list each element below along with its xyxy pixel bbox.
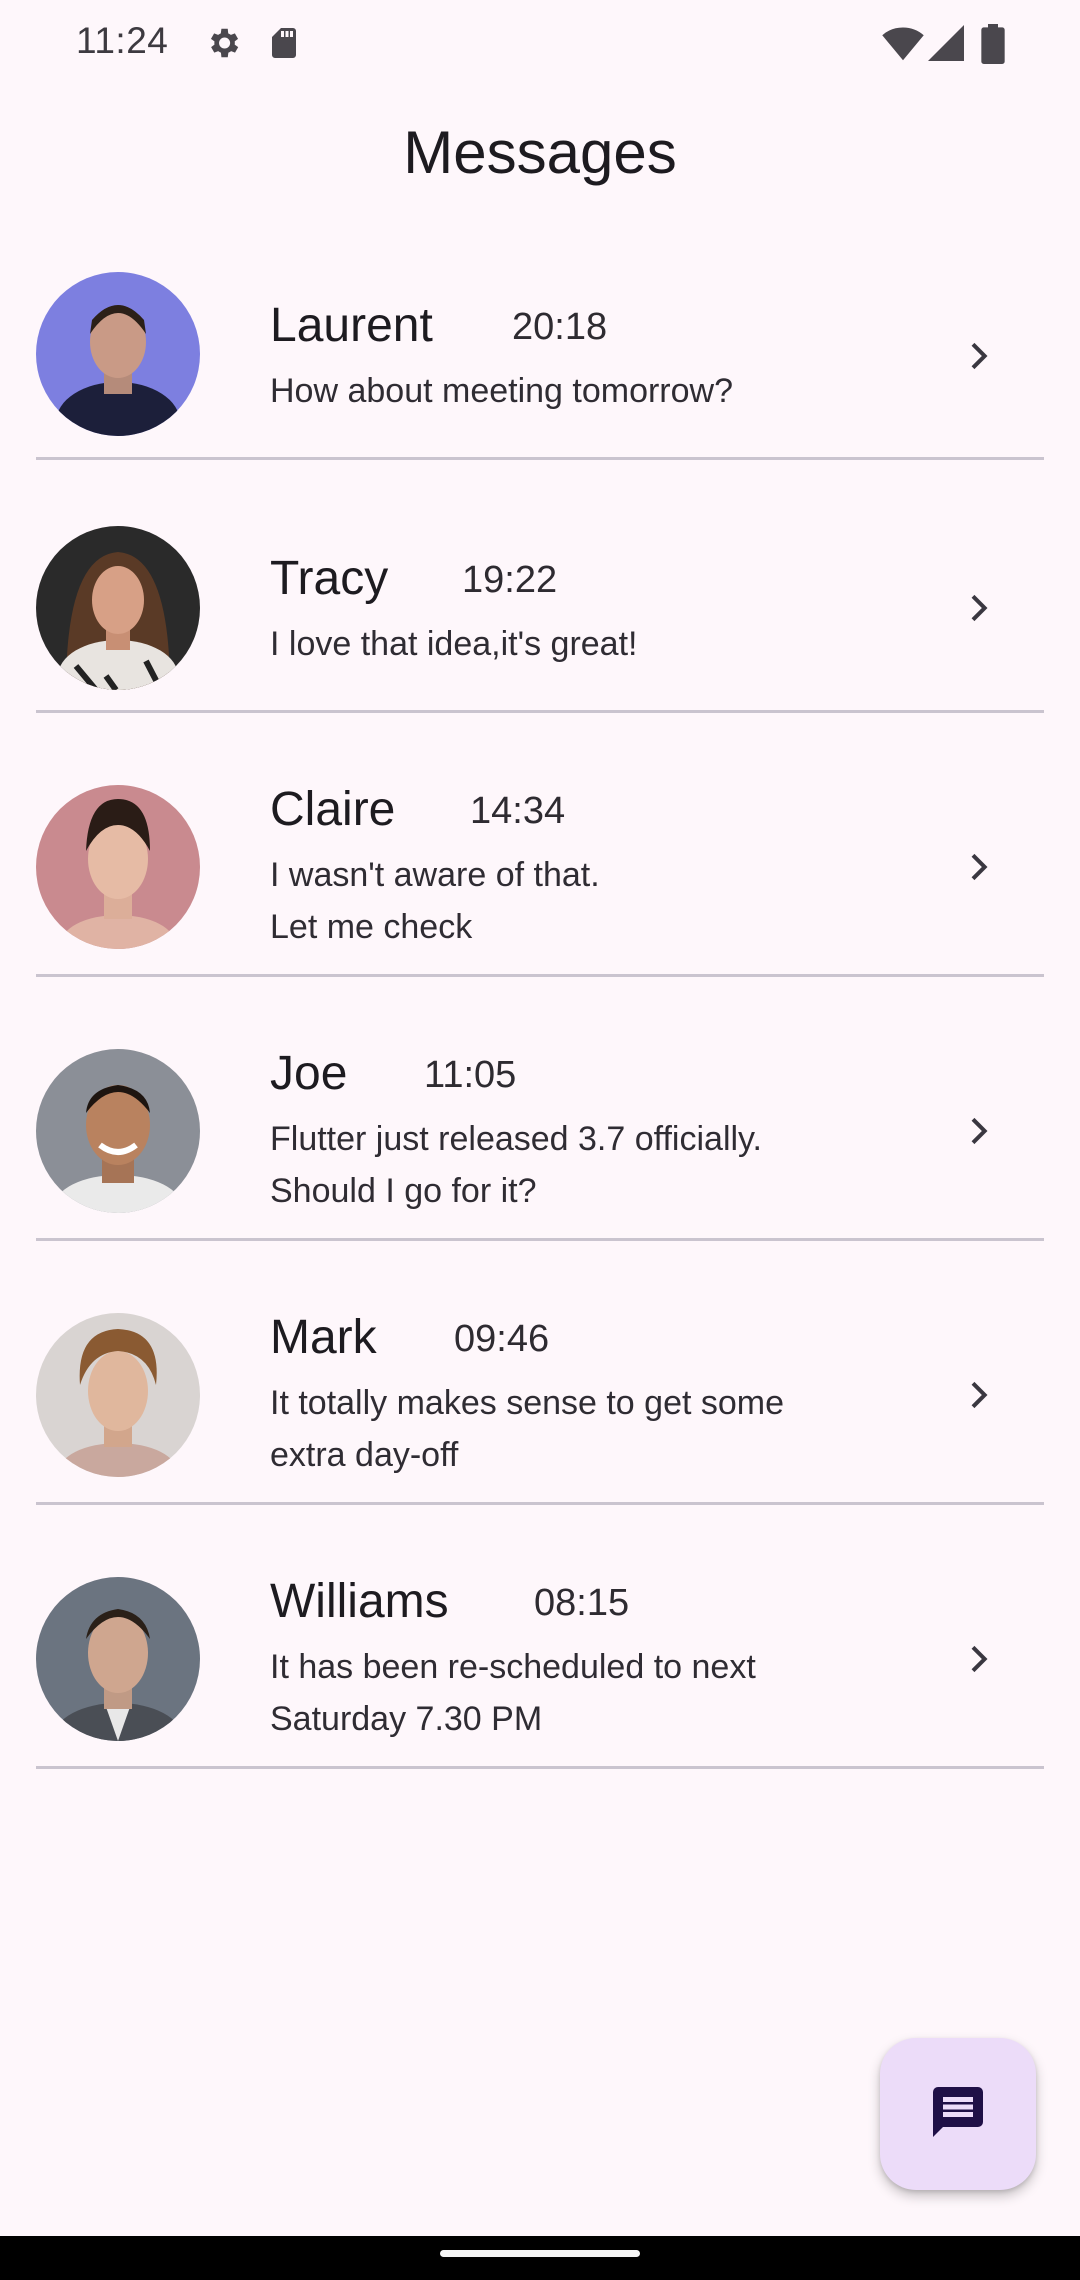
divider xyxy=(36,1502,1044,1505)
message-time: 14:34 xyxy=(470,790,566,832)
page-title: Messages xyxy=(403,119,677,186)
contact-name: Joe xyxy=(270,1047,348,1100)
contact-name: Claire xyxy=(270,783,396,836)
divider xyxy=(36,710,1044,713)
avatar xyxy=(36,1049,200,1213)
system-nav-bar xyxy=(0,2236,1080,2280)
avatar xyxy=(36,1313,200,1477)
chevron-right-icon xyxy=(958,336,998,376)
sd-card-icon xyxy=(266,24,302,67)
contact-name: Laurent xyxy=(270,299,433,352)
battery-icon xyxy=(980,24,1006,69)
message-icon xyxy=(928,2082,988,2147)
message-time: 20:18 xyxy=(512,306,608,348)
message-preview: How about meeting tomorrow? xyxy=(270,372,734,410)
status-bar: 11:24 xyxy=(0,0,1080,90)
avatar xyxy=(36,526,200,690)
divider xyxy=(36,1238,1044,1241)
message-preview: It totally makes sense to get some extra… xyxy=(270,1384,785,1474)
contact-name: Williams xyxy=(270,1575,449,1628)
message-preview: I love that idea,it's great! xyxy=(270,625,638,663)
new-message-button[interactable] xyxy=(880,2038,1036,2190)
gear-icon xyxy=(204,24,242,67)
chevron-right-icon xyxy=(958,1639,998,1679)
avatar xyxy=(36,272,200,436)
divider xyxy=(36,1766,1044,1769)
chevron-right-icon xyxy=(958,1375,998,1415)
contact-name: Mark xyxy=(270,1311,377,1364)
chevron-right-icon xyxy=(958,588,998,628)
wifi-icon xyxy=(882,24,924,67)
signal-icon xyxy=(928,24,964,67)
contact-name: Tracy xyxy=(270,552,389,605)
divider xyxy=(36,457,1044,460)
chevron-right-icon xyxy=(958,847,998,887)
divider xyxy=(36,974,1044,977)
message-preview: It has been re-scheduled to next Saturda… xyxy=(270,1648,756,1738)
message-time: 19:22 xyxy=(462,559,558,601)
chevron-right-icon xyxy=(958,1111,998,1151)
home-gesture-handle[interactable] xyxy=(440,2250,640,2257)
avatar xyxy=(36,1577,200,1741)
message-time: 11:05 xyxy=(424,1054,517,1096)
status-time: 11:24 xyxy=(76,20,169,61)
message-preview: I wasn't aware of that. Let me check xyxy=(270,856,600,946)
message-time: 09:46 xyxy=(454,1318,550,1360)
message-preview: Flutter just released 3.7 officially. Sh… xyxy=(270,1120,762,1210)
message-time: 08:15 xyxy=(534,1582,630,1624)
avatar xyxy=(36,785,200,949)
